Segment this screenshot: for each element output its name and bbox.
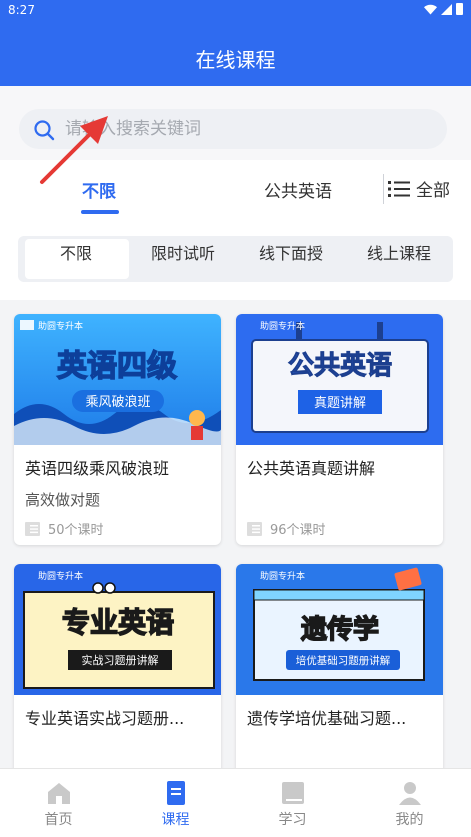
- filter-chip-online[interactable]: 线上课程: [367, 240, 431, 264]
- course-title: 遗传学培优基础习题...: [247, 709, 407, 728]
- cover-tagline: 培优基础习题册讲解: [296, 654, 391, 667]
- user-icon: [399, 782, 421, 805]
- all-categories-label: 全部: [416, 181, 450, 201]
- course-title: 专业英语实战习题册...: [25, 709, 185, 728]
- all-categories-button[interactable]: 全部: [388, 176, 450, 201]
- filter-bar: 不限 限时试听 线下面授 线上课程: [0, 224, 471, 300]
- nav-label: 课程: [161, 812, 190, 828]
- tab-divider: [383, 174, 384, 204]
- nav-item-home[interactable]: 首页: [0, 769, 117, 837]
- cover-headline: 遗传学: [301, 614, 379, 645]
- cover-headline: 专业英语: [62, 606, 174, 639]
- cover-brand: 助圆专升本: [38, 320, 83, 332]
- course-grid: 助圆专升本 英语四级 乘风破浪班 英语四级乘风破浪班 高效做对题 50个课时 公…: [0, 300, 471, 768]
- cover-tagline: 乘风破浪班: [85, 395, 150, 410]
- status-icons: [424, 3, 463, 15]
- nav-label: 我的: [395, 812, 424, 828]
- cover-tagline: 真题讲解: [314, 396, 366, 411]
- course-card[interactable]: 遗传学 培优基础习题册讲解 助圆专升本 遗传学培优基础习题...: [236, 564, 443, 768]
- tab-unlimited[interactable]: 不限: [82, 177, 116, 202]
- lesson-list-icon: [247, 521, 262, 536]
- course-book-icon: [167, 781, 185, 805]
- course-cover-image: 专业英语 实战习题册讲解 助圆专升本: [14, 564, 221, 695]
- cover-headline: 公共英语: [288, 351, 392, 381]
- filter-chip-offline[interactable]: 线下面授: [259, 240, 323, 264]
- wifi-icon: [424, 4, 437, 14]
- nav-item-study[interactable]: 学习: [234, 769, 351, 837]
- course-card[interactable]: 专业英语 实战习题册讲解 助圆专升本 专业英语实战习题册...: [14, 564, 221, 768]
- cover-brand: 助圆专升本: [260, 320, 305, 332]
- filter-chip-trial[interactable]: 限时试听: [151, 240, 215, 264]
- cover-tagline: 实战习题册讲解: [82, 653, 159, 667]
- cover-brand: 助圆专升本: [38, 570, 83, 582]
- home-icon: [48, 783, 70, 804]
- category-tabs: 不限 公共英语 全部: [0, 160, 471, 224]
- signal-icon: [441, 3, 452, 15]
- nav-item-mine[interactable]: 我的: [351, 769, 468, 837]
- search-icon: [34, 120, 55, 141]
- course-title: 英语四级乘风破浪班: [25, 459, 170, 478]
- tab-public-english[interactable]: 公共英语: [264, 177, 332, 202]
- cover-headline: 英语四级: [57, 349, 177, 384]
- search-box[interactable]: [19, 109, 447, 149]
- status-bar: 8:27: [0, 0, 471, 22]
- filter-chip-unlimited[interactable]: 不限: [60, 240, 92, 264]
- course-cover-image: 助圆专升本 英语四级 乘风破浪班: [14, 314, 221, 445]
- nav-label: 首页: [44, 812, 73, 828]
- active-tab-indicator: [81, 210, 119, 214]
- course-title: 公共英语真题讲解: [247, 459, 376, 478]
- course-cover-image: 公共英语 真题讲解 助圆专升本: [236, 314, 443, 445]
- search-section: [0, 86, 471, 160]
- page-title: 在线课程: [195, 48, 276, 72]
- study-book-icon: [282, 782, 304, 804]
- nav-item-courses[interactable]: 课程: [117, 769, 234, 837]
- battery-icon: [456, 3, 463, 15]
- app-bar: 在线课程: [0, 22, 471, 86]
- status-time: 8:27: [8, 3, 35, 17]
- nav-label: 学习: [278, 812, 307, 828]
- lesson-count-label: 96个课时: [270, 523, 326, 538]
- list-icon: [388, 180, 410, 197]
- course-card[interactable]: 助圆专升本 英语四级 乘风破浪班 英语四级乘风破浪班 高效做对题 50个课时: [14, 314, 221, 545]
- course-cover-image: 遗传学 培优基础习题册讲解 助圆专升本: [236, 564, 443, 695]
- search-input[interactable]: [65, 115, 425, 143]
- bottom-navigation: 首页 课程 学习 我的: [0, 768, 471, 837]
- course-card[interactable]: 公共英语 真题讲解 助圆专升本 公共英语真题讲解 96个课时: [236, 314, 443, 545]
- course-subtitle: 高效做对题: [25, 491, 101, 509]
- cover-brand: 助圆专升本: [260, 570, 305, 582]
- lesson-count: 50个课时: [25, 519, 104, 538]
- lesson-list-icon: [25, 521, 40, 536]
- lesson-count-label: 50个课时: [48, 523, 104, 538]
- lesson-count: 96个课时: [247, 519, 326, 538]
